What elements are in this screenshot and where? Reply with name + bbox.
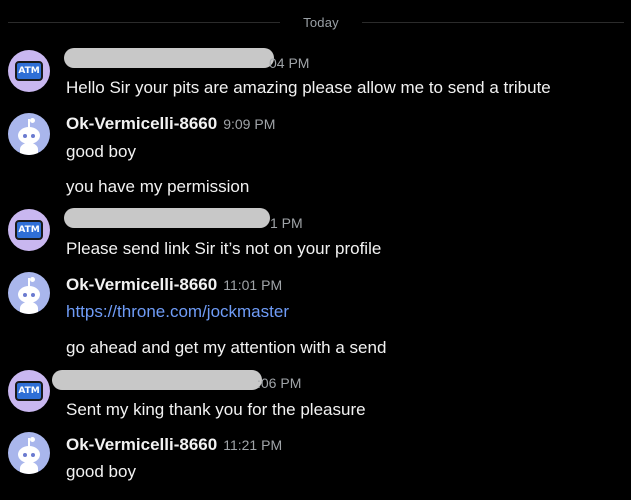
throne-link[interactable]: https://throne.com/jockmaster bbox=[66, 302, 289, 322]
message-time: 9:09 PM bbox=[223, 116, 276, 132]
message-text: good boy bbox=[66, 462, 136, 481]
message-text: go ahead and get my attention with a sen… bbox=[66, 338, 387, 357]
message-time: 11:21 PM bbox=[223, 437, 283, 453]
divider-line-right bbox=[362, 22, 624, 23]
message-time: :06 PM bbox=[257, 375, 302, 391]
atm-icon[interactable]: ATM bbox=[8, 209, 50, 251]
atm-screen: ATM bbox=[15, 381, 43, 401]
reddit-snoo-icon[interactable] bbox=[8, 113, 50, 155]
message-time: 04 PM bbox=[269, 55, 310, 71]
redacted-username bbox=[52, 370, 262, 390]
message-header: Ok-Vermicelli-8660 9:09 PM bbox=[66, 114, 275, 138]
username[interactable]: Ok-Vermicelli-8660 bbox=[66, 275, 217, 294]
reddit-snoo-icon[interactable] bbox=[8, 432, 50, 474]
avatar-text: ATM bbox=[18, 386, 40, 396]
message-text: Hello Sir your pits are amazing please a… bbox=[66, 78, 551, 97]
reddit-snoo-icon[interactable] bbox=[8, 272, 50, 314]
date-divider-label: Today bbox=[303, 15, 339, 30]
atm-screen: ATM bbox=[15, 220, 43, 240]
message-header: Ok-Vermicelli-8660 11:21 PM bbox=[66, 435, 282, 459]
message-text: good boy bbox=[66, 142, 136, 161]
redacted-username bbox=[64, 208, 270, 228]
atm-screen: ATM bbox=[15, 61, 43, 81]
message-time: 11:01 PM bbox=[223, 277, 283, 293]
message-text: Please send link Sir it’s not on your pr… bbox=[66, 239, 382, 258]
date-divider: Today bbox=[0, 10, 631, 36]
atm-icon[interactable]: ATM bbox=[8, 50, 50, 92]
username[interactable]: Ok-Vermicelli-8660 bbox=[66, 435, 217, 454]
avatar-text: ATM bbox=[18, 225, 40, 235]
avatar-text: ATM bbox=[18, 66, 40, 76]
redacted-username bbox=[64, 48, 274, 68]
username[interactable]: Ok-Vermicelli-8660 bbox=[66, 114, 217, 133]
divider-line-left bbox=[8, 22, 280, 23]
atm-icon[interactable]: ATM bbox=[8, 370, 50, 412]
message-text: you have my permission bbox=[66, 177, 250, 196]
message-header: Ok-Vermicelli-8660 11:01 PM bbox=[66, 275, 282, 299]
message-time: 1 PM bbox=[270, 215, 303, 231]
message-text: Sent my king thank you for the pleasure bbox=[66, 400, 366, 419]
